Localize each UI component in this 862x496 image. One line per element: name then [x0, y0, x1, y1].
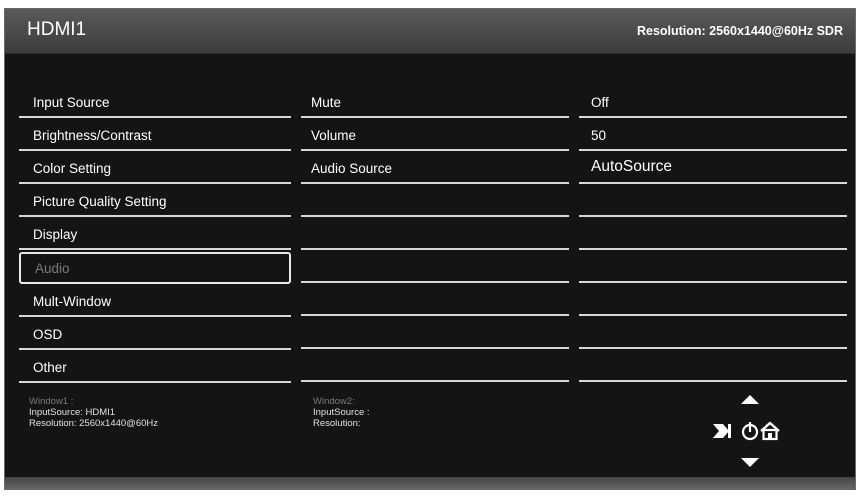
submenu-item-label: Volume — [311, 128, 357, 143]
value-label: Off — [591, 95, 609, 110]
volume-value[interactable]: 50 — [579, 118, 847, 151]
menu-item-audio[interactable]: Audio — [19, 252, 291, 284]
value-label: 50 — [591, 128, 607, 143]
home-icon[interactable] — [760, 421, 780, 441]
navigation-keys — [701, 391, 781, 471]
value-empty-row — [579, 217, 847, 250]
menu-item-color-setting[interactable]: Color Setting — [19, 151, 291, 184]
menu-item-osd[interactable]: OSD — [19, 317, 291, 350]
window1-input-source: InputSource: HDMI1 — [29, 407, 116, 418]
menu-item-label: Input Source — [33, 95, 110, 110]
resolution-readout: Resolution: 2560x1440@60Hz SDR — [636, 24, 843, 38]
submenu-item-mute[interactable]: Mute — [301, 85, 569, 118]
window1-title: Window1 : — [29, 396, 74, 407]
submenu-item-volume[interactable]: Volume — [301, 118, 569, 151]
audio-submenu: Mute Volume Audio Source — [301, 85, 569, 382]
menu-item-label: Other — [33, 360, 67, 375]
down-arrow-icon[interactable] — [741, 458, 759, 467]
power-icon[interactable] — [741, 422, 759, 441]
menu-item-other[interactable]: Other — [19, 350, 291, 383]
menu-item-label: Picture Quality Setting — [33, 194, 167, 209]
osd-footer — [5, 477, 855, 489]
value-empty-row — [579, 184, 847, 217]
value-empty-row — [579, 349, 847, 382]
main-menu: Input Source Brightness/Contrast Color S… — [19, 85, 291, 383]
submenu-empty-row — [301, 184, 569, 217]
value-empty-row — [579, 250, 847, 283]
submenu-empty-row — [301, 250, 569, 283]
submenu-empty-row — [301, 217, 569, 250]
submenu-empty-row — [301, 316, 569, 349]
submenu-empty-row — [301, 283, 569, 316]
menu-item-label: Color Setting — [33, 161, 112, 176]
menu-item-label: Display — [33, 227, 78, 242]
submenu-item-audio-source[interactable]: Audio Source — [301, 151, 569, 184]
audio-source-value[interactable]: AutoSource — [579, 151, 847, 184]
audio-values: Off 50 AutoSource — [579, 85, 847, 382]
menu-item-brightness-contrast[interactable]: Brightness/Contrast — [19, 118, 291, 151]
value-empty-row — [579, 316, 847, 349]
value-empty-row — [579, 283, 847, 316]
menu-item-input-source[interactable]: Input Source — [19, 85, 291, 118]
window2-info: Window2: InputSource : Resolution: — [313, 396, 370, 429]
exit-icon[interactable] — [713, 424, 731, 438]
window2-resolution: Resolution: — [313, 418, 361, 429]
submenu-empty-row — [301, 349, 569, 382]
menu-item-label: OSD — [33, 327, 63, 342]
menu-item-label: Brightness/Contrast — [33, 128, 152, 143]
submenu-item-label: Mute — [311, 95, 342, 110]
up-arrow-icon[interactable] — [741, 395, 759, 404]
menu-item-label: Audio — [35, 261, 70, 276]
menu-item-picture-quality[interactable]: Picture Quality Setting — [19, 184, 291, 217]
menu-item-display[interactable]: Display — [19, 217, 291, 250]
value-label: AutoSource — [591, 158, 672, 175]
osd-window: HDMI1 Resolution: 2560x1440@60Hz SDR Inp… — [4, 8, 856, 490]
mute-value[interactable]: Off — [579, 85, 847, 118]
osd-header: HDMI1 Resolution: 2560x1440@60Hz SDR — [5, 9, 855, 54]
window1-info: Window1 : InputSource: HDMI1 Resolution:… — [29, 396, 158, 429]
menu-item-multi-window[interactable]: Mult-Window — [19, 284, 291, 317]
menu-item-label: Mult-Window — [33, 294, 112, 309]
window2-input-source: InputSource : — [313, 407, 370, 418]
submenu-item-label: Audio Source — [311, 161, 393, 176]
window1-resolution: Resolution: 2560x1440@60Hz — [29, 418, 159, 429]
input-title: HDMI1 — [27, 19, 87, 40]
window2-title: Window2: — [313, 396, 355, 407]
